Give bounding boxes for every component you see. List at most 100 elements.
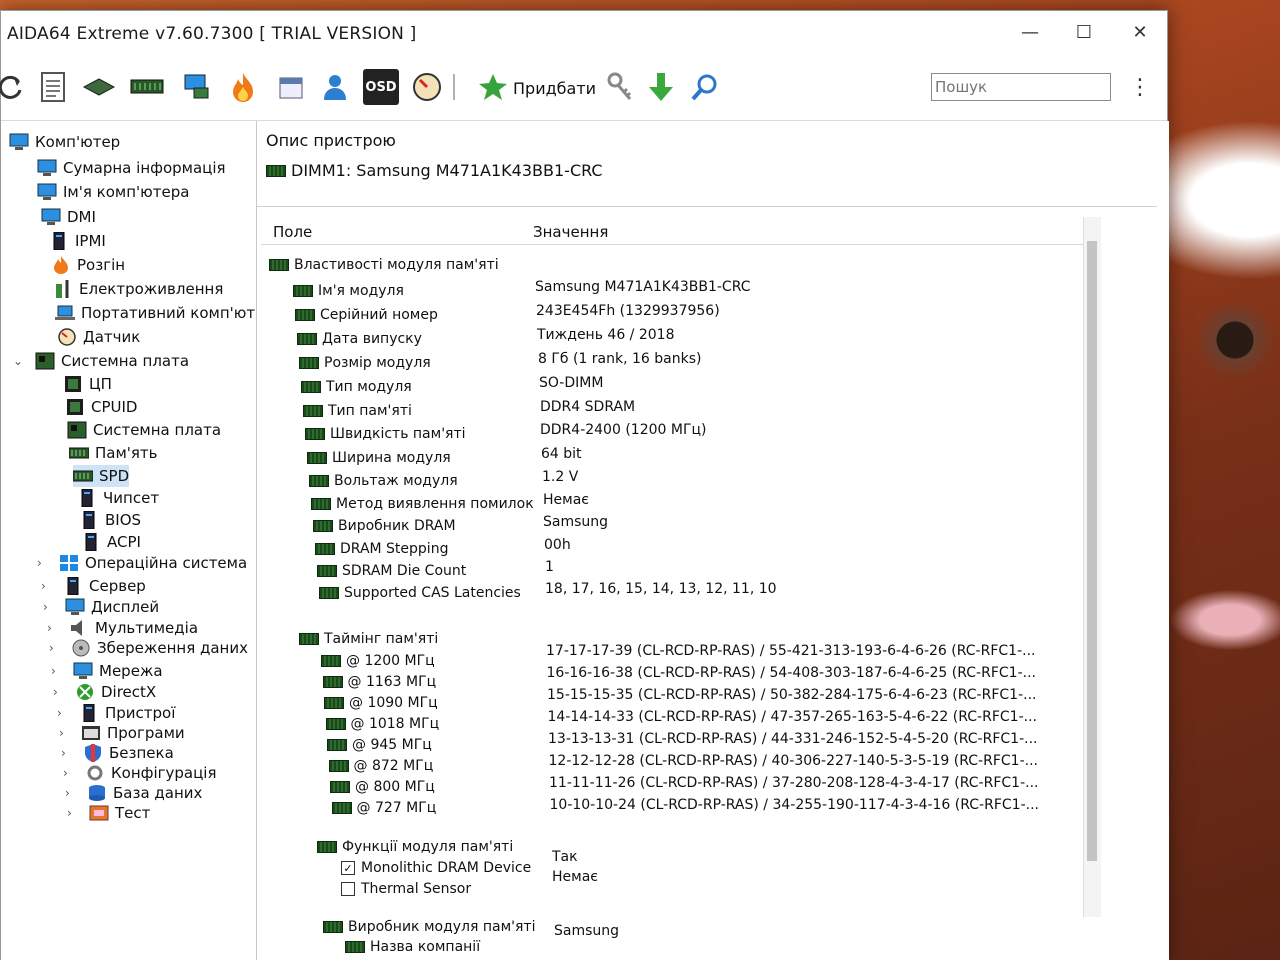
tree-item-programs[interactable]: › Програми (59, 722, 185, 744)
collapse-arrow-icon[interactable]: › (47, 621, 52, 635)
collapse-arrow-icon[interactable]: › (67, 806, 72, 820)
collapse-arrow-icon[interactable]: › (61, 746, 66, 760)
expand-arrow-icon[interactable]: ⌄ (13, 354, 23, 368)
network-computer-icon[interactable] (179, 69, 215, 105)
feature-row[interactable]: Thermal Sensor (341, 879, 471, 899)
property-row[interactable]: Швидкість пам'яті (305, 424, 466, 444)
report-icon[interactable] (35, 69, 71, 105)
gauge-icon[interactable] (409, 69, 445, 105)
tree-item-directx[interactable]: › DirectX (53, 681, 156, 703)
tree-item-multimedia[interactable]: › Мультимедіа (47, 617, 198, 639)
download-icon[interactable] (643, 69, 679, 105)
collapse-arrow-icon[interactable]: › (63, 766, 68, 780)
timing-row[interactable]: @ 945 МГц (327, 735, 432, 755)
collapse-arrow-icon[interactable]: › (51, 664, 56, 678)
column-field[interactable]: Поле (273, 223, 312, 241)
tree-item-acpi[interactable]: ACPI (81, 531, 141, 553)
tree-item-computer-name[interactable]: Ім'я комп'ютера (37, 181, 189, 203)
collapse-arrow-icon[interactable]: › (49, 641, 54, 655)
tree-item-motherboard[interactable]: ⌄ Системна плата (13, 350, 189, 372)
more-options-icon[interactable]: ⋮ (1129, 75, 1151, 100)
osd-icon[interactable]: OSD (363, 69, 399, 105)
tree-item-cpu[interactable]: ЦП (63, 373, 112, 395)
search-input[interactable] (931, 73, 1111, 101)
tree-item-database[interactable]: › База даних (65, 782, 202, 804)
tree-item-display[interactable]: › Дисплей (43, 596, 159, 618)
tree-item-computer[interactable]: Комп'ютер (9, 131, 120, 153)
timing-row[interactable]: @ 1090 МГц (324, 693, 438, 713)
tree-item-bios[interactable]: BIOS (79, 509, 141, 531)
memory-icon[interactable] (129, 69, 165, 105)
tree-item-os[interactable]: › Операційна система (37, 552, 247, 574)
tree-item-summary[interactable]: Сумарна інформація (37, 157, 226, 179)
property-row[interactable]: Supported CAS Latencies (319, 583, 521, 603)
calendar-icon[interactable] (273, 69, 309, 105)
collapse-arrow-icon[interactable]: › (59, 726, 64, 740)
flame-icon[interactable] (225, 69, 261, 105)
tree-item-devices[interactable]: › Пристрої (57, 702, 175, 724)
refresh-icon[interactable] (0, 69, 29, 105)
memory-chip-icon (305, 428, 325, 440)
srv-icon (63, 576, 83, 596)
tree-item-chipset[interactable]: Чипсет (77, 487, 159, 509)
tree-item-ipmi[interactable]: IPMI (49, 230, 106, 252)
tree-item-overclock[interactable]: Розгін (51, 254, 125, 276)
scrollbar-thumb[interactable] (1087, 241, 1097, 861)
collapse-arrow-icon[interactable]: › (65, 786, 70, 800)
timing-row[interactable]: @ 872 МГц (328, 756, 433, 776)
property-row[interactable]: Ім'я модуля (293, 281, 404, 301)
user-icon[interactable] (317, 69, 353, 105)
tree-item-config[interactable]: › Конфігурація (63, 762, 217, 784)
property-row[interactable]: Виробник DRAM (313, 516, 456, 536)
key-icon[interactable] (601, 69, 637, 105)
property-row[interactable]: Розмір модуля (299, 353, 431, 373)
column-value[interactable]: Значення (533, 223, 608, 241)
search-icon[interactable] (687, 69, 723, 105)
feature-row[interactable]: ✓ Monolithic DRAM Device (341, 858, 531, 878)
timing-row[interactable]: @ 1018 МГц (325, 714, 439, 734)
property-row[interactable]: Дата випуску (297, 329, 422, 349)
timing-row[interactable]: @ 1163 МГц (322, 672, 436, 692)
minimize-button[interactable]: — (1007, 17, 1053, 49)
collapse-arrow-icon[interactable]: › (57, 706, 62, 720)
tree-item-mainboard[interactable]: Системна плата (67, 419, 221, 441)
module-props-group[interactable]: Властивості модуля пам'яті (269, 255, 499, 275)
tree-item-power[interactable]: Електроживлення (53, 278, 223, 300)
tree-item-portable[interactable]: Портативний комп'ютер (55, 302, 256, 324)
timing-row[interactable]: @ 800 МГц (330, 777, 435, 797)
motherboard-icon[interactable] (81, 69, 117, 105)
tree-item-security[interactable]: › Безпека (61, 742, 174, 764)
property-row[interactable]: Серійний номер (295, 305, 438, 325)
property-row[interactable]: Ширина модуля (307, 448, 451, 468)
collapse-arrow-icon[interactable]: › (43, 600, 48, 614)
tree-item-storage[interactable]: › Збереження даних (49, 637, 248, 659)
tree-item-dmi[interactable]: DMI (41, 206, 96, 228)
tree-item-sensor[interactable]: Датчик (57, 326, 140, 348)
manufacturer-row[interactable]: Назва компанії (345, 937, 480, 957)
add-label[interactable]: Придбати (513, 79, 596, 98)
maximize-button[interactable]: ☐ (1061, 17, 1107, 49)
property-row[interactable]: Вольтаж модуля (309, 471, 458, 491)
collapse-arrow-icon[interactable]: › (53, 685, 58, 699)
add-icon[interactable] (475, 69, 511, 105)
close-button[interactable]: ✕ (1117, 17, 1163, 49)
features-group[interactable]: Функції модуля пам'яті (317, 837, 513, 857)
property-row[interactable]: SDRAM Die Count (317, 561, 466, 581)
tree-item-spd[interactable]: SPD (72, 465, 130, 487)
property-row[interactable]: Метод виявлення помилок (311, 494, 534, 514)
tree-item-network[interactable]: › Мережа (51, 660, 163, 682)
manufacturer-group[interactable]: Виробник модуля пам'яті (323, 917, 535, 937)
property-row[interactable]: DRAM Stepping (315, 539, 448, 559)
tree-item-cpuid[interactable]: CPUID (65, 396, 137, 418)
property-row[interactable]: Тип пам'яті (303, 401, 412, 421)
timings-group[interactable]: Таймінг пам'яті (299, 629, 438, 649)
tree-item-benchmark[interactable]: › Тест (67, 802, 150, 824)
timing-row[interactable]: @ 727 МГц (331, 798, 436, 818)
collapse-arrow-icon[interactable]: › (37, 556, 42, 570)
property-row[interactable]: Тип модуля (301, 377, 412, 397)
collapse-arrow-icon[interactable]: › (41, 579, 46, 593)
shield-icon (83, 744, 103, 762)
tree-item-memory[interactable]: Пам'ять (68, 442, 158, 464)
timing-row[interactable]: @ 1200 МГц (321, 651, 435, 671)
tree-item-server[interactable]: › Сервер (41, 575, 146, 597)
